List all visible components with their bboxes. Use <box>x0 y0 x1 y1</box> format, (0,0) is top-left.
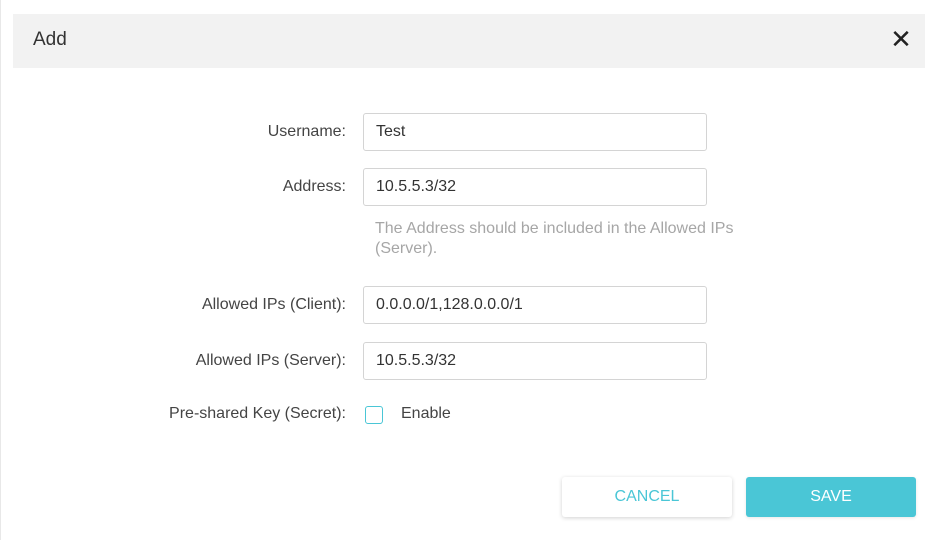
allowed-ips-server-label: Allowed IPs (Server): <box>195 352 346 369</box>
dialog-header: Add ✕ <box>13 14 925 68</box>
cancel-button[interactable]: CANCEL <box>562 477 732 517</box>
username-input[interactable]: Test <box>363 113 707 151</box>
allowed-ips-client-input[interactable]: 0.0.0.0/1,128.0.0.0/1 <box>363 286 707 324</box>
address-hint-line1: The Address should be included in the Al… <box>375 220 734 237</box>
username-label: Username: <box>267 123 346 140</box>
dialog-title: Add <box>33 29 67 50</box>
close-icon[interactable]: ✕ <box>890 26 912 52</box>
preshared-key-label: Pre-shared Key (Secret): <box>169 405 346 422</box>
address-hint-line2: (Server). <box>375 240 438 257</box>
allowed-ips-server-input[interactable]: 10.5.5.3/32 <box>363 342 707 380</box>
enable-checkbox[interactable] <box>365 406 383 424</box>
address-hint: The Address should be included in the Al… <box>375 219 845 259</box>
address-input[interactable]: 10.5.5.3/32 <box>363 168 707 206</box>
save-button[interactable]: SAVE <box>746 477 916 517</box>
add-dialog: Add ✕ Username: Test Address: 10.5.5.3/3… <box>0 0 925 540</box>
enable-checkbox-label[interactable]: Enable <box>401 405 451 423</box>
allowed-ips-client-label: Allowed IPs (Client): <box>201 296 346 313</box>
address-label: Address: <box>282 178 346 195</box>
